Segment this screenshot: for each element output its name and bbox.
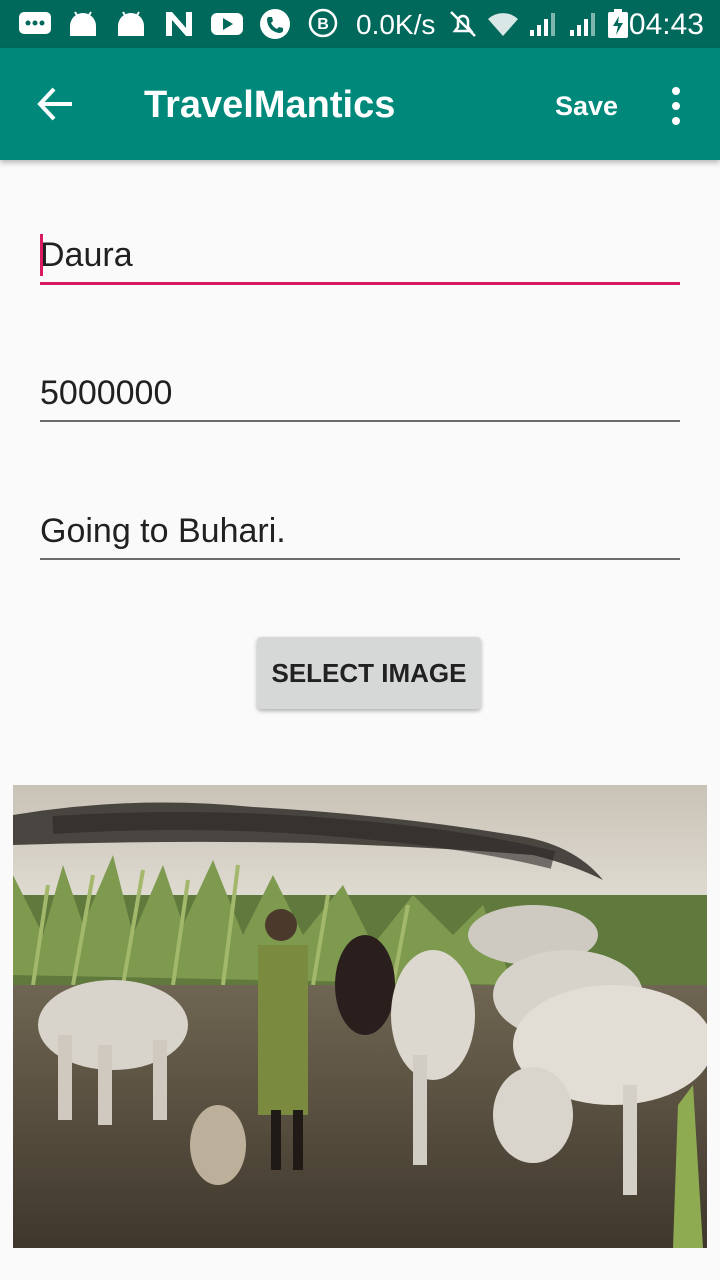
- battery-charging-icon: [606, 8, 630, 40]
- android-icon: [114, 8, 148, 40]
- message-icon: [18, 8, 52, 40]
- notification-icons: B: [18, 8, 340, 40]
- status-bar: B 0.0K/s 04:43: [0, 0, 720, 48]
- herder-with-cattle-photo: [13, 785, 707, 1248]
- title-field[interactable]: Daura: [40, 228, 680, 285]
- back-arrow-icon[interactable]: [30, 78, 82, 130]
- mute-icon: [446, 8, 480, 40]
- system-icons: [446, 8, 630, 40]
- price-field[interactable]: 5000000: [40, 366, 680, 422]
- description-field[interactable]: Going to Buhari.: [40, 504, 680, 560]
- price-field-value: 5000000: [40, 374, 173, 412]
- signal-icon: [566, 8, 600, 40]
- phone-icon: [258, 8, 292, 40]
- more-options-icon[interactable]: [660, 82, 692, 130]
- wifi-icon: [486, 8, 520, 40]
- svg-text:B: B: [317, 16, 329, 33]
- n-icon: [162, 8, 196, 40]
- app-title: TravelMantics: [144, 84, 396, 126]
- select-image-button[interactable]: SELECT IMAGE: [257, 637, 481, 709]
- save-button[interactable]: Save: [555, 90, 618, 122]
- signal-icon: [526, 8, 560, 40]
- text-cursor: [40, 234, 43, 276]
- selected-image: [13, 785, 707, 1248]
- b-icon: B: [306, 8, 340, 40]
- network-speed: 0.0K/s: [356, 9, 436, 40]
- app-bar: TravelMantics Save: [0, 48, 720, 160]
- description-field-value: Going to Buhari.: [40, 512, 286, 550]
- youtube-icon: [210, 8, 244, 40]
- android-icon: [66, 8, 100, 40]
- clock: 04:43: [628, 8, 704, 41]
- title-field-value: Daura: [40, 236, 133, 274]
